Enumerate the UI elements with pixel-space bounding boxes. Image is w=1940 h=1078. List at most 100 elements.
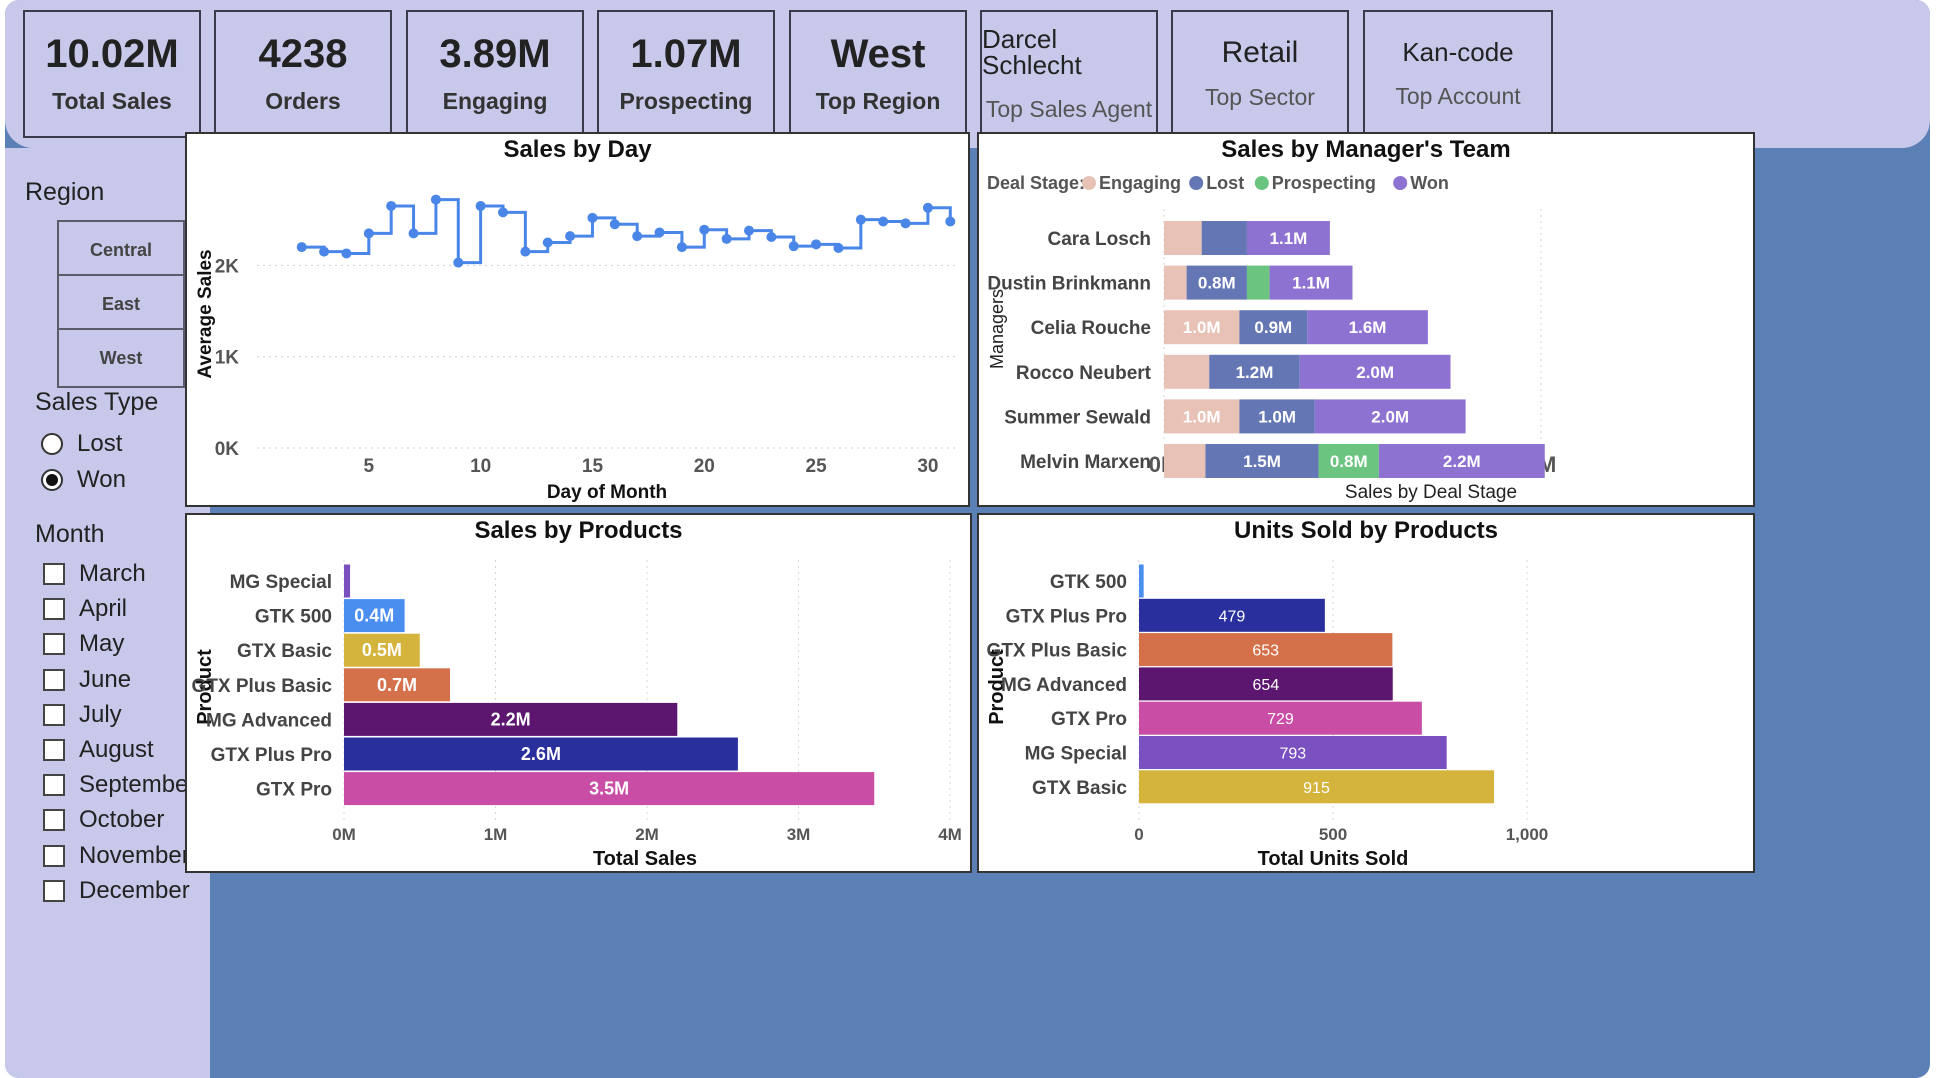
- month-label: August: [79, 736, 154, 763]
- data-point: [386, 200, 397, 211]
- checkbox[interactable]: [43, 668, 65, 691]
- category-label: Cara Losch: [1048, 229, 1151, 250]
- data-label: 0.4M: [354, 606, 394, 626]
- data-label: 1.1M: [1292, 274, 1330, 293]
- data-point: [811, 239, 822, 250]
- kpi-card-engaging: 3.89M Engaging: [406, 10, 584, 138]
- kpi-value: 4238: [258, 31, 348, 76]
- checkbox[interactable]: [43, 739, 65, 761]
- data-point: [699, 224, 710, 235]
- month-option-september[interactable]: September: [43, 771, 196, 799]
- data-label: 2.6M: [521, 744, 561, 764]
- data-point: [408, 228, 419, 239]
- chart-title: Sales by Products: [474, 517, 683, 544]
- checkbox[interactable]: [43, 879, 65, 902]
- data-label: 1.0M: [1183, 318, 1221, 337]
- kpi-value: 3.89M: [439, 31, 551, 76]
- category-label: MG Special: [230, 572, 332, 593]
- radio-won[interactable]: [41, 469, 63, 491]
- kpi-label: Top Account: [1395, 82, 1521, 109]
- kpi-label: Total Sales: [52, 87, 172, 114]
- series-line: [301, 198, 952, 265]
- checkbox[interactable]: [43, 703, 65, 726]
- bar-segment: [1201, 221, 1247, 255]
- data-label: 2.0M: [1371, 407, 1409, 426]
- month-option-july[interactable]: July: [43, 701, 122, 729]
- month-option-november[interactable]: November: [43, 842, 190, 870]
- bar-segment: [1246, 265, 1270, 300]
- legend-label: Engaging: [1099, 173, 1181, 193]
- data-point: [878, 216, 889, 227]
- month-option-june[interactable]: June: [43, 666, 131, 694]
- x-tick-label: 0M: [332, 825, 356, 844]
- checkbox[interactable]: [43, 633, 65, 656]
- sales-type-filter-title: Sales Type: [35, 388, 159, 416]
- checkbox[interactable]: [43, 809, 65, 832]
- category-label: MG Special: [1025, 744, 1127, 765]
- y-tick-label: 0K: [215, 439, 240, 460]
- data-label: 0.7M: [377, 675, 417, 695]
- bar: [344, 564, 351, 598]
- kpi-label: Prospecting: [619, 87, 753, 114]
- sales-type-option-lost[interactable]: Lost: [41, 430, 122, 458]
- filter-sidebar: Region Central East West Sales Type Lost…: [5, 148, 210, 1078]
- data-point: [855, 214, 866, 225]
- panel-sales-by-day: Sales by Day 0K 1K 2K 5 10 15 20 25 30 Day of Mon…: [185, 132, 970, 507]
- kpi-label: Orders: [265, 87, 341, 114]
- region-button-central[interactable]: Central: [57, 220, 185, 280]
- month-option-may[interactable]: May: [43, 630, 124, 658]
- month-option-april[interactable]: April: [43, 595, 127, 623]
- month-option-march[interactable]: March: [43, 560, 146, 588]
- month-label: June: [79, 665, 132, 693]
- chart-sales-by-manager: Deal Stage:EngagingLostProspectingWon0M5…: [987, 173, 1556, 503]
- month-option-october[interactable]: October: [43, 806, 164, 834]
- data-point: [565, 231, 576, 242]
- x-tick-label: 0: [1134, 825, 1143, 844]
- sales-type-option-won[interactable]: Won: [41, 466, 126, 494]
- bar-segment: [1164, 444, 1206, 478]
- data-point: [296, 242, 307, 253]
- region-button-east[interactable]: East: [57, 274, 185, 334]
- month-option-august[interactable]: August: [43, 736, 154, 764]
- checkbox[interactable]: [43, 774, 65, 797]
- month-option-december[interactable]: December: [43, 877, 190, 905]
- kpi-card-top-account: Kan-code Top Account: [1363, 10, 1553, 138]
- checkbox[interactable]: [43, 844, 65, 867]
- x-tick-label: 20: [694, 456, 715, 477]
- chart-title: Units Sold by Products: [1233, 517, 1499, 544]
- data-label: 1.1M: [1270, 229, 1308, 248]
- category-label: GTX Plus Pro: [1006, 606, 1127, 627]
- y-axis-title: Managers: [987, 289, 1007, 369]
- x-tick-label: 1,000: [1506, 825, 1549, 844]
- region-filter-title: Region: [25, 178, 105, 206]
- data-point: [721, 233, 732, 244]
- month-label: October: [79, 806, 165, 834]
- data-point: [676, 242, 687, 253]
- data-label: 479: [1219, 608, 1246, 625]
- data-label: 0.8M: [1198, 274, 1236, 293]
- data-label: 0.8M: [1330, 452, 1368, 471]
- data-label: 2.2M: [1443, 452, 1481, 471]
- category-label: GTX Pro: [256, 780, 332, 801]
- kpi-card-top-region: West Top Region: [789, 10, 967, 138]
- x-tick-label: 25: [806, 456, 828, 477]
- data-label: 2.0M: [1356, 363, 1394, 382]
- kpi-card-prospecting: 1.07M Prospecting: [597, 10, 775, 138]
- month-filter-title: Month: [35, 520, 105, 548]
- data-point: [475, 200, 486, 211]
- chart-sales-by-products: 0M 1M 2M 3M 4MTotal SalesProductMG SpecialGT…: [192, 560, 962, 870]
- checkbox[interactable]: [43, 563, 65, 585]
- kpi-value: Retail: [1221, 35, 1299, 69]
- radio-lost[interactable]: [41, 433, 63, 455]
- data-label: 0.9M: [1254, 318, 1292, 337]
- kpi-value: 10.02M: [45, 31, 179, 76]
- region-button-west[interactable]: West: [57, 328, 185, 388]
- checkbox[interactable]: [43, 598, 65, 621]
- data-label: 915: [1303, 780, 1330, 797]
- category-label: GTX Plus Basic: [192, 676, 333, 697]
- data-point: [744, 225, 755, 236]
- panel-sales-by-products: Sales by Products 0M 1M 2M 3M 4M Total Sales P…: [185, 513, 972, 873]
- legend-marker: [1254, 176, 1269, 190]
- category-label: GTX Basic: [237, 641, 332, 662]
- category-label: Dustin Brinkmann: [987, 274, 1151, 295]
